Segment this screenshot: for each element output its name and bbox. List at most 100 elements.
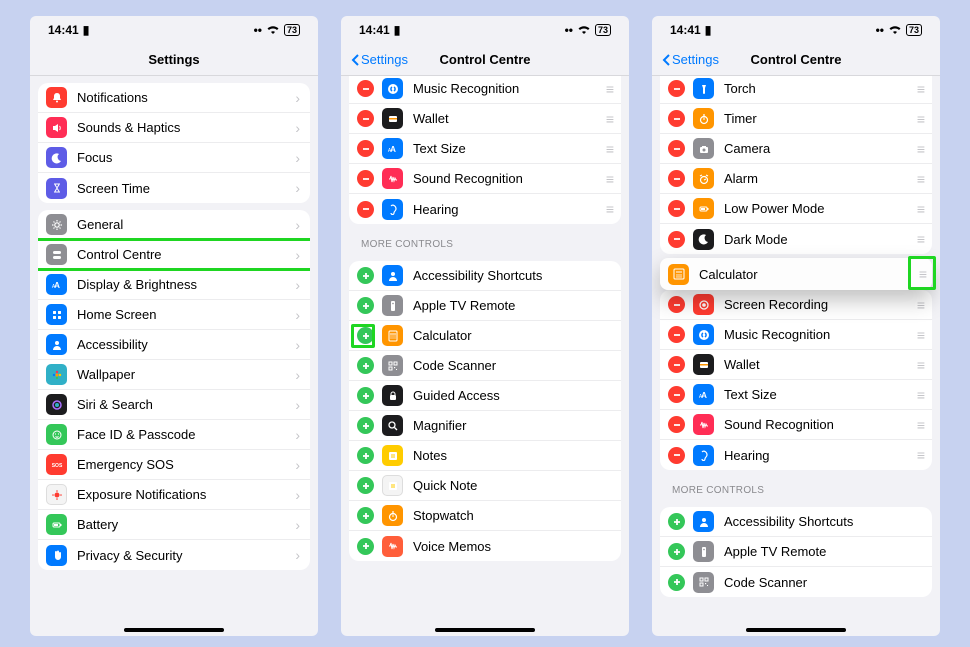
- remove-button[interactable]: [668, 416, 685, 433]
- control-row[interactable]: Screen Recording ≡: [660, 290, 932, 320]
- settings-row[interactable]: AA Display & Brightness ›: [38, 270, 310, 300]
- control-row[interactable]: AA Text Size ≡: [349, 134, 621, 164]
- remove-button[interactable]: [357, 170, 374, 187]
- drag-handle-icon[interactable]: ≡: [917, 297, 922, 313]
- settings-row[interactable]: Notifications ›: [38, 83, 310, 113]
- control-row[interactable]: Stopwatch: [349, 501, 621, 531]
- remove-button[interactable]: [357, 201, 374, 218]
- drag-handle-icon[interactable]: ≡: [606, 111, 611, 127]
- settings-row[interactable]: Privacy & Security ›: [38, 540, 310, 570]
- control-row[interactable]: Sound Recognition ≡: [660, 410, 932, 440]
- add-button[interactable]: [357, 447, 374, 464]
- remove-button[interactable]: [668, 200, 685, 217]
- add-button[interactable]: [357, 267, 374, 284]
- drag-handle-icon[interactable]: ≡: [917, 201, 922, 217]
- remove-button[interactable]: [668, 386, 685, 403]
- control-row[interactable]: Wallet ≡: [349, 104, 621, 134]
- settings-row[interactable]: Screen Time ›: [38, 173, 310, 203]
- drag-handle-icon[interactable]: ≡: [606, 141, 611, 157]
- remove-button[interactable]: [668, 140, 685, 157]
- drag-handle-icon[interactable]: ≡: [917, 447, 922, 463]
- control-row[interactable]: Music Recognition ≡: [660, 320, 932, 350]
- settings-row[interactable]: Control Centre ›: [38, 240, 310, 270]
- drag-handle-icon[interactable]: ≡: [917, 357, 922, 373]
- control-row[interactable]: Hearing ≡: [660, 440, 932, 470]
- control-row[interactable]: AA Text Size ≡: [660, 380, 932, 410]
- control-row[interactable]: Music Recognition ≡: [349, 76, 621, 104]
- add-button[interactable]: [357, 417, 374, 434]
- drag-handle-icon[interactable]: ≡: [917, 111, 922, 127]
- remove-button[interactable]: [668, 356, 685, 373]
- remove-button[interactable]: [668, 296, 685, 313]
- dragging-row-calculator[interactable]: Calculator ≡: [660, 258, 932, 290]
- control-row[interactable]: Accessibility Shortcuts: [349, 261, 621, 291]
- drag-handle-icon[interactable]: ≡: [917, 81, 922, 97]
- settings-row[interactable]: Home Screen ›: [38, 300, 310, 330]
- home-indicator[interactable]: [435, 628, 535, 632]
- control-row[interactable]: Guided Access: [349, 381, 621, 411]
- home-indicator[interactable]: [124, 628, 224, 632]
- control-row[interactable]: Camera ≡: [660, 134, 932, 164]
- drag-handle-icon[interactable]: ≡: [919, 266, 924, 282]
- remove-button[interactable]: [668, 447, 685, 464]
- control-row[interactable]: Low Power Mode ≡: [660, 194, 932, 224]
- remove-button[interactable]: [357, 80, 374, 97]
- settings-row[interactable]: Siri & Search ›: [38, 390, 310, 420]
- control-row[interactable]: Timer ≡: [660, 104, 932, 134]
- remove-button[interactable]: [668, 231, 685, 248]
- home-indicator[interactable]: [746, 628, 846, 632]
- drag-handle-icon[interactable]: ≡: [606, 81, 611, 97]
- control-row[interactable]: Sound Recognition ≡: [349, 164, 621, 194]
- add-button[interactable]: [357, 357, 374, 374]
- settings-row[interactable]: Focus ›: [38, 143, 310, 173]
- remove-button[interactable]: [668, 80, 685, 97]
- settings-row[interactable]: Accessibility ›: [38, 330, 310, 360]
- settings-row[interactable]: SOS Emergency SOS ›: [38, 450, 310, 480]
- control-row[interactable]: Code Scanner: [349, 351, 621, 381]
- control-row[interactable]: Apple TV Remote: [349, 291, 621, 321]
- control-row[interactable]: Calculator: [349, 321, 621, 351]
- remove-button[interactable]: [357, 140, 374, 157]
- add-button[interactable]: [357, 507, 374, 524]
- drag-handle-icon[interactable]: ≡: [917, 417, 922, 433]
- back-button[interactable]: Settings: [351, 52, 408, 67]
- settings-row[interactable]: Face ID & Passcode ›: [38, 420, 310, 450]
- remove-button[interactable]: [668, 110, 685, 127]
- control-row[interactable]: Dark Mode ≡: [660, 224, 932, 254]
- settings-row[interactable]: Battery ›: [38, 510, 310, 540]
- settings-row[interactable]: Wallpaper ›: [38, 360, 310, 390]
- drag-handle-icon[interactable]: ≡: [917, 171, 922, 187]
- control-row[interactable]: Wallet ≡: [660, 350, 932, 380]
- control-row[interactable]: Voice Memos: [349, 531, 621, 561]
- settings-row[interactable]: Sounds & Haptics ›: [38, 113, 310, 143]
- remove-button[interactable]: [357, 110, 374, 127]
- add-button[interactable]: [357, 477, 374, 494]
- control-row[interactable]: Hearing ≡: [349, 194, 621, 224]
- back-button[interactable]: Settings: [662, 52, 719, 67]
- control-row[interactable]: Accessibility Shortcuts: [660, 507, 932, 537]
- remove-button[interactable]: [668, 170, 685, 187]
- control-row[interactable]: Notes: [349, 441, 621, 471]
- control-row[interactable]: Alarm ≡: [660, 164, 932, 194]
- add-button[interactable]: [357, 387, 374, 404]
- control-row[interactable]: Apple TV Remote: [660, 537, 932, 567]
- drag-handle-icon[interactable]: ≡: [606, 201, 611, 217]
- settings-row[interactable]: Exposure Notifications ›: [38, 480, 310, 510]
- control-row[interactable]: Magnifier: [349, 411, 621, 441]
- drag-handle-icon[interactable]: ≡: [917, 387, 922, 403]
- drag-handle-icon[interactable]: ≡: [606, 171, 611, 187]
- add-button[interactable]: [357, 538, 374, 555]
- add-button[interactable]: [668, 574, 685, 591]
- drag-handle-icon[interactable]: ≡: [917, 231, 922, 247]
- add-button[interactable]: [668, 513, 685, 530]
- settings-row[interactable]: General ›: [38, 210, 310, 240]
- control-row[interactable]: Code Scanner: [660, 567, 932, 597]
- drag-handle-icon[interactable]: ≡: [917, 327, 922, 343]
- remove-button[interactable]: [668, 326, 685, 343]
- drag-handle-icon[interactable]: ≡: [917, 141, 922, 157]
- add-button[interactable]: [668, 543, 685, 560]
- control-row[interactable]: Torch ≡: [660, 76, 932, 104]
- add-button[interactable]: [357, 327, 374, 344]
- add-button[interactable]: [357, 297, 374, 314]
- control-row[interactable]: Quick Note: [349, 471, 621, 501]
